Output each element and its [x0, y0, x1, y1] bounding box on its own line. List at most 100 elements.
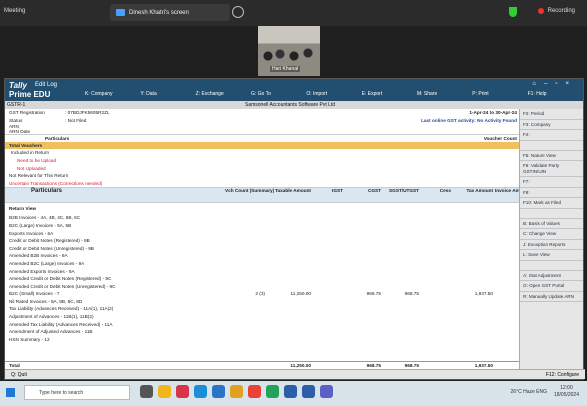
menu-help[interactable]: F1: Help	[528, 91, 583, 101]
screen-share-label: Dinesh Khatri's screen	[129, 9, 189, 16]
menu-exchange[interactable]: Z: Exchange	[196, 91, 251, 101]
total-vouchers-row[interactable]: Total Vouchers	[5, 141, 521, 150]
app-red-icon[interactable]	[176, 385, 189, 398]
meeting-toolbar: Meeting Dinesh Khatri's screen Recording	[0, 0, 587, 26]
taskbar-search[interactable]: Type here to search	[24, 385, 130, 400]
sidebar-button[interactable]: F4:	[520, 130, 583, 141]
task-view-icon[interactable]	[140, 385, 153, 398]
edit-log-link[interactable]: Edit Log	[35, 82, 57, 88]
sidebar-button[interactable]: O: Open GST Portal	[520, 281, 583, 292]
sidebar-button[interactable]: F5: Nature View	[520, 151, 583, 161]
sidebar-button[interactable]: F2: Period	[520, 109, 583, 120]
teams-icon[interactable]	[320, 385, 333, 398]
record-dot-icon	[537, 8, 544, 14]
table-row[interactable]: Tax Liability (Advances Received) - 11A(…	[5, 305, 521, 313]
sidebar-button[interactable]: L: Save View	[520, 250, 583, 261]
table-row[interactable]: Amendment of Adjusted Advances - 11B	[5, 328, 521, 336]
row-sgst: 968.75	[404, 291, 419, 297]
menu-export[interactable]: E: Export	[362, 91, 417, 101]
menu-data[interactable]: Y: Data	[140, 91, 195, 101]
explorer-icon[interactable]	[158, 385, 171, 398]
not-uploaded-row[interactable]: Not Uploaded	[5, 165, 521, 173]
sidebar-button[interactable]: F3: Company	[520, 120, 583, 130]
col-taxable: Taxable Amount	[275, 188, 311, 194]
col-cgst: CGST	[367, 188, 381, 194]
sidebar-button[interactable]: A: Stat Adjustment	[520, 271, 583, 281]
table-row[interactable]: HSN Summary - 12	[5, 336, 521, 344]
configure-button[interactable]: F12: Configure	[546, 372, 579, 378]
sidebar-button[interactable]: B: Basis of Values	[520, 219, 583, 229]
table-row[interactable]: Nil Rated Invoices - 8A, 8B, 8C, 8D	[5, 298, 521, 306]
column-header-row: Particulars Vch Count (Summary) Taxable …	[5, 187, 530, 204]
sidebar-button[interactable]: F8:	[520, 188, 583, 198]
uncertain-row[interactable]: Uncertain Transactions (Corrections need…	[5, 180, 521, 188]
need-upload-row[interactable]: Need to be Upload	[5, 157, 521, 165]
included-row[interactable]: Included in Return	[5, 149, 521, 157]
table-row[interactable]: Amended Credit or Debit Notes (Registere…	[5, 275, 521, 283]
participant-video[interactable]: Hari Khanal	[258, 26, 320, 76]
row-particulars: Amended Credit or Debit Notes (Registere…	[9, 276, 112, 282]
row-particulars: Amended Tax Liability (Advances Received…	[9, 321, 113, 327]
table-row[interactable]: Amended B2B Invoices - 9A	[5, 252, 521, 260]
menu-print[interactable]: P: Print	[472, 91, 527, 101]
quit-button[interactable]: Q: Quit	[11, 372, 27, 378]
menu-import[interactable]: O: Import	[306, 91, 361, 101]
row-particulars: Credit or Debit Notes (Registered) - 9B	[9, 238, 90, 244]
sidebar-button[interactable]: C: Change View	[520, 229, 583, 240]
col-particulars: Particulars	[31, 188, 63, 195]
system-tray[interactable]: 26°C Haze ENG	[511, 389, 547, 395]
col-vch-count: Vch Count (Summary)	[225, 188, 275, 194]
menu-company[interactable]: K: Company	[85, 91, 140, 101]
clock-time: 12:00	[560, 385, 573, 391]
app-blue-icon[interactable]	[212, 385, 225, 398]
app-green-icon[interactable]	[266, 385, 279, 398]
sidebar-button[interactable]: F7:	[520, 177, 583, 188]
screen-share-icon	[116, 9, 125, 16]
weather-text: 26°C Haze	[510, 389, 535, 395]
screen-share-indicator[interactable]: Dinesh Khatri's screen	[110, 4, 230, 21]
included-label: Included in Return	[11, 150, 50, 156]
sidebar-button[interactable]: F6: Validate Party GSTIN/UIN	[520, 161, 583, 177]
button-sidebar: F2: Period F3: Company F4: F5: Nature View F…	[519, 109, 583, 371]
table-row[interactable]: Amended Tax Liability (Advances Received…	[5, 321, 521, 329]
sidebar-button[interactable]: F10: Mark as Filed	[520, 198, 583, 209]
stop-share-button[interactable]	[232, 6, 244, 18]
table-row[interactable]: Adjustment of Advances - 11B(1), 11B(2)	[5, 313, 521, 321]
window-controls[interactable]: ⌂–▫×	[532, 81, 577, 87]
col-cess: Cess	[439, 188, 451, 194]
row-particulars: Adjustment of Advances - 11B(1), 11B(2)	[9, 314, 94, 320]
app-yellow-icon[interactable]	[230, 385, 243, 398]
sidebar-spacer	[520, 209, 583, 219]
table-row[interactable]: Amended Credit or Debit Notes (Unregiste…	[5, 283, 521, 291]
app-icon[interactable]	[302, 385, 315, 398]
not-uploaded-label: Not Uploaded	[17, 165, 46, 171]
sidebar-button[interactable]: J: Exception Reports	[520, 240, 583, 250]
table-row[interactable]: B2C (Small) Invoices - 7 2 (3) 11,250.00 96…	[5, 290, 521, 298]
row-particulars: B2C (Small) Invoices - 7	[9, 291, 60, 297]
shield-icon	[509, 7, 517, 17]
table-row[interactable]: Amended Exports Invoices - 9A	[5, 268, 521, 276]
uncertain-label: Uncertain Transactions (Corrections need…	[9, 180, 103, 186]
chrome-icon[interactable]	[248, 385, 261, 398]
table-row[interactable]: Amended B2C (Large) Invoices - 9A	[5, 260, 521, 268]
row-particulars: B2C (Large) Invoices - 5A, 5B	[9, 222, 72, 228]
table-row[interactable]: Credit or Debit Notes (Registered) - 9B	[5, 237, 521, 245]
search-placeholder: Type here to search	[39, 390, 84, 396]
sidebar-button[interactable]: R: Manually Update ARN	[520, 292, 583, 302]
taskbar-clock[interactable]: 12:00 18/05/2024	[554, 385, 579, 399]
table-row[interactable]: Credit or Debit Notes (Unregistered) - 9…	[5, 245, 521, 253]
period-text: 1-Apr-24 to 30-Apr-24	[469, 110, 517, 115]
table-row[interactable]: B2B Invoices - 4A, 4B, 4C, 6B, 6C	[5, 214, 521, 222]
participant-name: Hari Khanal	[270, 66, 301, 72]
edge-icon[interactable]	[194, 385, 207, 398]
bottom-bar: Q: Quit F12: Configure	[5, 369, 585, 379]
total-row: Total 11,250.00 968.75 968.75 1,937.50	[5, 361, 521, 369]
not-relevant-row[interactable]: Not Relevant for This Return	[5, 172, 521, 180]
return-view-label: Return View	[9, 206, 37, 212]
menu-goto[interactable]: G: Go To	[251, 91, 306, 101]
table-row[interactable]: B2C (Large) Invoices - 5A, 5B	[5, 222, 521, 230]
menu-share[interactable]: M: Share	[417, 91, 472, 101]
windows-start-icon[interactable]	[6, 388, 15, 397]
tally-app-icon[interactable]	[284, 385, 297, 398]
table-row[interactable]: Exports Invoices - 6A	[5, 230, 521, 238]
